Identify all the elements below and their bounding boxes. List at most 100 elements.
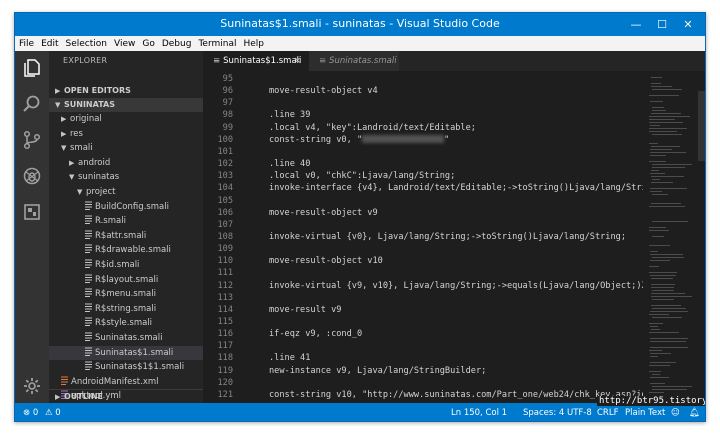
minimap-line xyxy=(651,293,685,294)
tree-file[interactable]: R$menu.smali xyxy=(49,287,203,301)
minimap-line xyxy=(651,113,681,114)
file-lines-icon xyxy=(85,303,92,312)
line-text-content: move-result-object v9 xyxy=(269,207,378,218)
menu-go[interactable]: Go xyxy=(142,39,154,49)
minimap-line xyxy=(651,284,675,285)
tree-item-label: R.smali xyxy=(95,216,126,227)
line-number: 113 xyxy=(217,292,233,303)
tree-file[interactable]: Suninatas.smali xyxy=(49,331,203,345)
tree-item-label: R$id.smali xyxy=(95,260,140,270)
tree-folder[interactable]: ▼ smali xyxy=(49,141,203,155)
tree-file[interactable]: Suninatas$1.smali xyxy=(49,345,203,360)
line-text-content: invoke-interface {v4}, Landroid/text/Edi… xyxy=(269,183,643,194)
minimap-line xyxy=(650,254,683,255)
maximize-button[interactable]: ☐ xyxy=(649,13,675,36)
minimap-line xyxy=(649,365,670,366)
search-icon[interactable] xyxy=(21,93,43,115)
line-text: invoke-virtual {v0}, Ljava/lang/String;-… xyxy=(269,231,626,243)
close-button[interactable]: ✕ xyxy=(675,13,701,36)
scrollbar-thumb[interactable] xyxy=(698,91,705,161)
tree-file[interactable]: AndroidManifest.xml xyxy=(49,375,203,389)
tree-file[interactable]: R$id.smali xyxy=(49,258,203,272)
minimap-line xyxy=(649,206,685,207)
tab-suninatas-1-smali[interactable]: ≡ Suninatas$1.smali × xyxy=(203,51,309,71)
tree-file[interactable]: R.smali xyxy=(49,214,203,228)
indentation[interactable]: Spaces: 4 xyxy=(523,403,564,421)
minimap-line xyxy=(649,131,677,132)
minimap-line xyxy=(649,161,666,162)
tree-item-label: BuildConfig.smali xyxy=(95,201,169,212)
chevron-right-icon: ▶ xyxy=(69,158,75,167)
minimize-button[interactable]: — xyxy=(623,13,649,36)
warning-icon: ⚠ xyxy=(44,408,53,418)
menu-selection[interactable]: Selection xyxy=(66,39,107,49)
tree-item-label: Suninatas.smali xyxy=(95,333,163,343)
menu-help[interactable]: Help xyxy=(243,39,264,49)
tab-suninatas-smali[interactable]: ≡ Suninatas.smali xyxy=(309,51,399,71)
tree-file[interactable]: R$string.smali xyxy=(49,302,203,316)
tree-file[interactable]: R$layout.smali xyxy=(49,273,203,287)
chevron-right-icon: ▶ xyxy=(55,87,61,95)
tree-file[interactable]: BuildConfig.smali xyxy=(49,200,203,214)
line-number: 95 xyxy=(222,74,233,84)
minimap-line xyxy=(650,101,663,102)
menu-file[interactable]: File xyxy=(19,39,34,49)
code-line: 110 move-result-object v10 xyxy=(203,255,643,267)
outline-section[interactable]: ▶ OUTLINE xyxy=(49,389,203,403)
tree-folder[interactable]: ▼ suninatas xyxy=(49,170,203,184)
line-number: 96 xyxy=(222,86,233,97)
close-tab-icon[interactable]: × xyxy=(294,51,301,71)
tree-item-label: Suninatas$1.smali xyxy=(95,347,174,358)
explorer-header: EXPLORER xyxy=(63,56,108,65)
minimap-line xyxy=(650,275,676,276)
tree-file[interactable]: Suninatas$1$1.smali xyxy=(49,360,203,374)
minimap-line xyxy=(652,110,666,111)
line-text: .line 41 xyxy=(269,352,310,364)
minimap-line xyxy=(650,383,665,384)
problems-indicator[interactable]: ⊗ 0 ⚠ 0 xyxy=(23,403,61,421)
open-editors-section[interactable]: ▶ OPEN EDITORS xyxy=(49,84,203,98)
menu-terminal[interactable]: Terminal xyxy=(198,39,236,49)
encoding[interactable]: UTF-8 xyxy=(567,403,592,421)
minimap[interactable] xyxy=(645,73,705,403)
tree-file[interactable]: R$style.smali xyxy=(49,316,203,330)
tree-item-label: R$drawable.smali xyxy=(95,245,171,256)
minimap-line xyxy=(652,179,660,180)
line-number: 121 xyxy=(217,389,233,400)
minimap-line xyxy=(651,296,692,297)
chevron-down-icon: ▼ xyxy=(77,188,83,196)
menu-edit[interactable]: Edit xyxy=(41,39,58,49)
minimap-line xyxy=(649,143,658,144)
explorer-sidebar: EXPLORER ▶ OPEN EDITORS ▼ SUNINATAS ▶ origi… xyxy=(49,51,203,403)
tree-file[interactable]: R$drawable.smali xyxy=(49,243,203,257)
minimap-line xyxy=(652,299,674,300)
tree-folder[interactable]: ▶ original xyxy=(49,112,203,126)
tree-folder[interactable]: ▼ project xyxy=(49,185,203,199)
code-editor[interactable]: 95 96 move-result-object v4 97 98 .line 39 99.… xyxy=(203,73,643,403)
line-text: move-result-object v9 xyxy=(269,207,378,219)
line-text-content: invoke-virtual {v0}, Ljava/lang/String;-… xyxy=(269,231,626,242)
line-number: 110 xyxy=(217,256,233,267)
line-number: 105 xyxy=(217,195,233,206)
files-icon[interactable] xyxy=(21,57,43,79)
line-text: const-string v10, "http://www.suninatas.… xyxy=(269,389,643,401)
minimap-line xyxy=(650,326,658,327)
menu-debug[interactable]: Debug xyxy=(162,39,192,49)
line-text-content: .line 41 xyxy=(269,353,311,364)
tree-folder[interactable]: ▶ res xyxy=(49,127,203,141)
line-text-content: const-string v0, " xyxy=(269,134,363,145)
settings-gear-icon[interactable] xyxy=(21,375,43,397)
line-text-content: move-result-object v4 xyxy=(269,86,378,97)
extensions-icon[interactable] xyxy=(21,201,43,223)
cursor-position[interactable]: Ln 150, Col 1 xyxy=(451,403,507,421)
chevron-right-icon: ▶ xyxy=(61,129,67,138)
source-control-icon[interactable] xyxy=(21,129,43,151)
debug-icon[interactable] xyxy=(21,165,43,187)
workspace-section[interactable]: ▼ SUNINATAS xyxy=(49,98,203,112)
minimap-line xyxy=(649,227,666,228)
code-line: 112 invoke-virtual {v9, v10}, Ljava/lang/… xyxy=(203,280,643,292)
file-lines-icon xyxy=(85,332,92,341)
tree-file[interactable]: R$attr.smali xyxy=(49,229,203,243)
tree-folder[interactable]: ▶ android xyxy=(49,156,203,170)
menu-view[interactable]: View xyxy=(114,39,135,49)
